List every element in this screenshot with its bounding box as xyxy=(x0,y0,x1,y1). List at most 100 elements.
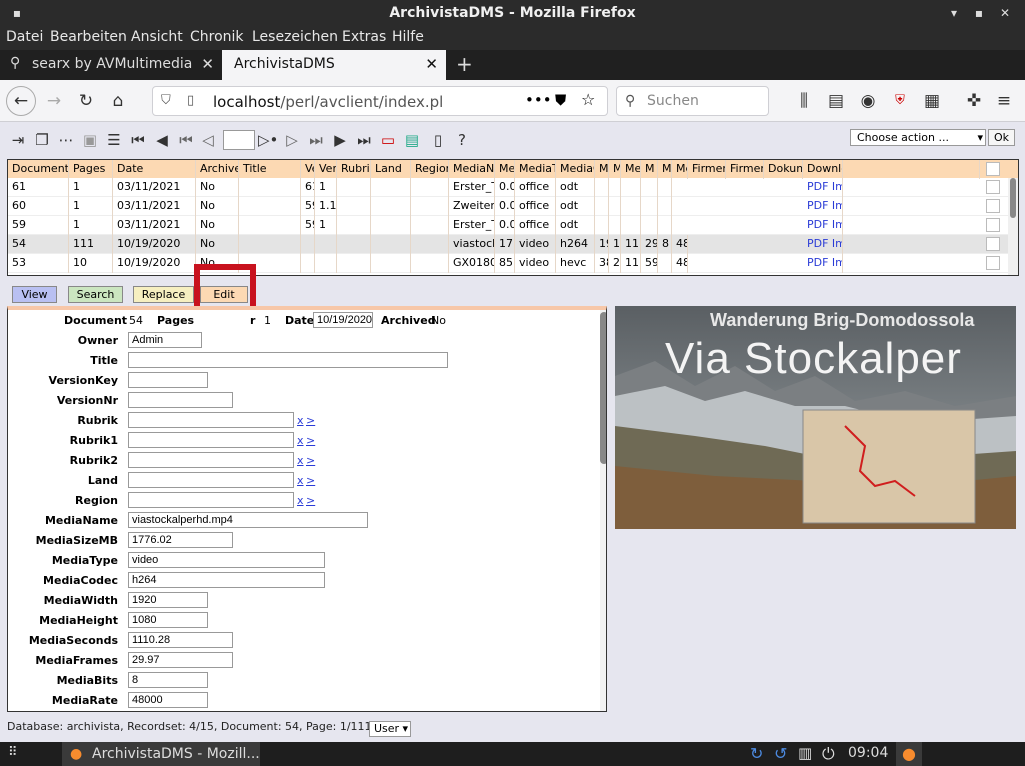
table-row[interactable]: 61103/11/2021No611Erster_Te0.0officeodtP… xyxy=(8,178,1018,197)
grid-column-header[interactable]: M xyxy=(595,160,609,179)
mobile-icon[interactable]: ▯ xyxy=(428,130,448,150)
field-input[interactable] xyxy=(128,612,208,628)
last-page-icon[interactable]: ⏭ xyxy=(306,130,326,150)
grid-column-header[interactable]: Date xyxy=(113,160,196,179)
grid-column-header[interactable]: Document xyxy=(8,160,69,179)
reload-icon[interactable]: ↻ xyxy=(74,90,98,114)
grid-view-icon[interactable]: ⋯ xyxy=(56,130,76,150)
menu-datei[interactable]: Datei xyxy=(6,29,43,45)
field-input[interactable] xyxy=(128,472,294,488)
menu-hilfe[interactable]: Hilfe xyxy=(392,29,424,45)
field-input[interactable] xyxy=(128,592,208,608)
field-input[interactable] xyxy=(128,552,325,568)
grid-column-header[interactable]: Title xyxy=(239,160,301,179)
account-icon[interactable]: ◉ xyxy=(856,90,880,114)
search-box[interactable]: ⚲ Suchen xyxy=(616,86,769,116)
grid-column-header[interactable]: Me xyxy=(495,160,515,179)
choose-link[interactable]: > xyxy=(306,454,315,467)
row-checkbox[interactable] xyxy=(986,180,1000,194)
extension-icon[interactable]: ▦ xyxy=(920,90,944,114)
table-row[interactable]: 531010/19/2020NoGX0180985.videohevc38211… xyxy=(8,254,1018,273)
tab-replace[interactable]: Replace xyxy=(133,286,194,303)
ublock-icon[interactable]: ⛨ xyxy=(888,90,912,114)
select-all-checkbox[interactable] xyxy=(986,162,1000,176)
firefox-tray-icon[interactable]: ● xyxy=(896,742,922,766)
grid-column-header[interactable]: Firmen xyxy=(726,160,764,179)
delete-icon[interactable]: ▭ xyxy=(378,130,398,150)
grid-column-header[interactable]: M xyxy=(609,160,621,179)
grid-column-header[interactable]: Archive xyxy=(196,160,239,179)
download-links[interactable]: PDF Img File Video xyxy=(803,254,843,273)
download-links[interactable]: PDF Img Pic Zip File xyxy=(803,178,843,197)
table-row[interactable]: 59103/11/2021No591Erster_Te0.0officeodtP… xyxy=(8,216,1018,235)
field-input[interactable] xyxy=(128,652,233,668)
download-links[interactable]: PDF Img File Video xyxy=(803,235,843,254)
grid-column-header[interactable]: Rubrik xyxy=(337,160,371,179)
grid-column-header[interactable] xyxy=(843,160,980,179)
sync-icon[interactable]: ↻ xyxy=(750,744,763,763)
field-input[interactable] xyxy=(128,452,294,468)
minimize-icon[interactable]: ▾ xyxy=(945,4,963,22)
choose-action-select[interactable]: Choose action ... ▾ xyxy=(850,129,986,146)
last-record-icon[interactable]: ⏭ xyxy=(354,130,374,150)
field-input[interactable] xyxy=(128,392,233,408)
menu-chronik[interactable]: Chronik xyxy=(190,29,244,45)
menu-extras[interactable]: Extras xyxy=(342,29,386,45)
choose-link[interactable]: > xyxy=(306,474,315,487)
form-select[interactable]: User ▾ xyxy=(369,721,411,737)
archive-icon[interactable]: ▤ xyxy=(402,130,422,150)
grid-column-header[interactable]: Pages xyxy=(69,160,113,179)
first-record-icon[interactable]: ⏮ xyxy=(128,130,148,150)
grid-column-header[interactable]: Region xyxy=(411,160,449,179)
close-window-icon[interactable]: ✕ xyxy=(996,4,1014,22)
clear-link[interactable]: x xyxy=(297,454,304,467)
library-icon[interactable]: ⫼ xyxy=(792,90,816,114)
clear-link[interactable]: x xyxy=(297,414,304,427)
download-links[interactable]: PDF Img Pic Zip File xyxy=(803,197,843,216)
grid-column-header[interactable]: Ver xyxy=(315,160,337,179)
page-actions-icon[interactable]: ••• xyxy=(525,91,552,109)
help-icon[interactable]: ? xyxy=(452,130,472,150)
goto-page-icon[interactable]: ▷• xyxy=(258,130,278,150)
clear-link[interactable]: x xyxy=(297,474,304,487)
tab-searx[interactable]: ⚲ searx by AVMultimedia ✕ xyxy=(0,50,222,80)
choose-link[interactable]: > xyxy=(306,414,315,427)
next-page-icon[interactable]: ▷ xyxy=(282,130,302,150)
copy-icon[interactable]: ❐ xyxy=(32,130,52,150)
row-checkbox[interactable] xyxy=(986,199,1000,213)
grid-column-header[interactable]: Me xyxy=(621,160,641,179)
maximize-icon[interactable]: ▪ xyxy=(970,4,988,22)
back-icon[interactable]: ← xyxy=(6,86,36,116)
grid-column-header[interactable]: MediaC xyxy=(556,160,595,179)
first-page-icon[interactable]: ⏮ xyxy=(176,130,196,150)
menu-lesezeichen[interactable]: Lesezeichen xyxy=(252,29,338,45)
field-input[interactable] xyxy=(128,372,208,388)
close-tab-icon[interactable]: ✕ xyxy=(201,55,214,73)
grid-column-header[interactable]: M xyxy=(658,160,672,179)
grid-scroll-thumb[interactable] xyxy=(1010,178,1016,218)
field-input[interactable] xyxy=(128,492,294,508)
date-field[interactable] xyxy=(313,312,373,328)
grid-column-header[interactable]: Land xyxy=(371,160,411,179)
grid-column-header[interactable]: MediaT xyxy=(515,160,556,179)
taskbar-firefox-window[interactable]: ● ArchivistaDMS - Mozill... xyxy=(62,742,260,766)
grid-column-header[interactable]: Firmen xyxy=(688,160,726,179)
grid-column-header[interactable]: MediaD xyxy=(672,160,688,179)
clear-link[interactable]: x xyxy=(297,434,304,447)
field-input[interactable] xyxy=(128,572,325,588)
table-row[interactable]: 60103/11/2021No 591.1 Zweiter_T0.0officeod… xyxy=(8,197,1018,216)
choose-link[interactable]: > xyxy=(306,434,315,447)
grid-column-header[interactable]: Dokum xyxy=(764,160,803,179)
image-icon[interactable]: ▣ xyxy=(80,130,100,150)
logout-icon[interactable]: ⇥ xyxy=(8,130,28,150)
field-input[interactable] xyxy=(128,672,208,688)
prev-page-icon[interactable]: ◁ xyxy=(198,130,218,150)
page-info-icon[interactable]: ▯ xyxy=(187,93,194,108)
menu-bearbeiten[interactable]: Bearbeiten xyxy=(50,29,127,45)
power-icon[interactable]: ⏻ xyxy=(822,744,835,764)
table-row[interactable]: 5411110/19/2020Noviastocka17videoh264191… xyxy=(8,235,1018,254)
menu-ansicht[interactable]: Ansicht xyxy=(131,29,183,45)
page-number-input[interactable] xyxy=(223,130,255,150)
field-input[interactable] xyxy=(128,412,294,428)
tab-search[interactable]: Search xyxy=(68,286,123,303)
